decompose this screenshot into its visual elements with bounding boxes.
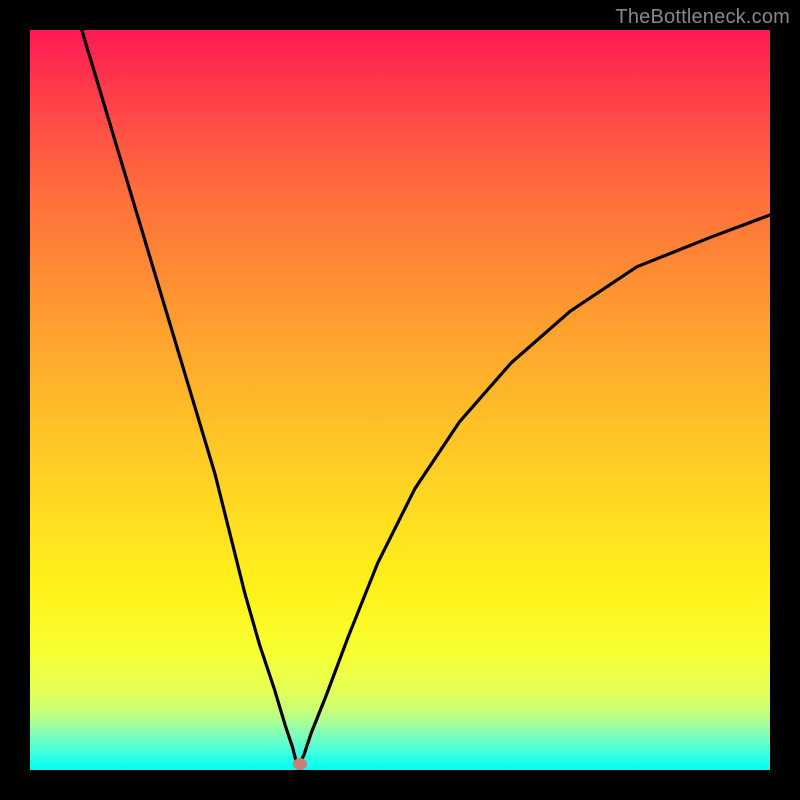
chart-plot-area <box>30 30 770 770</box>
minimum-point-marker <box>293 758 307 770</box>
watermark-text: TheBottleneck.com <box>615 6 790 29</box>
bottleneck-curve <box>30 30 770 770</box>
